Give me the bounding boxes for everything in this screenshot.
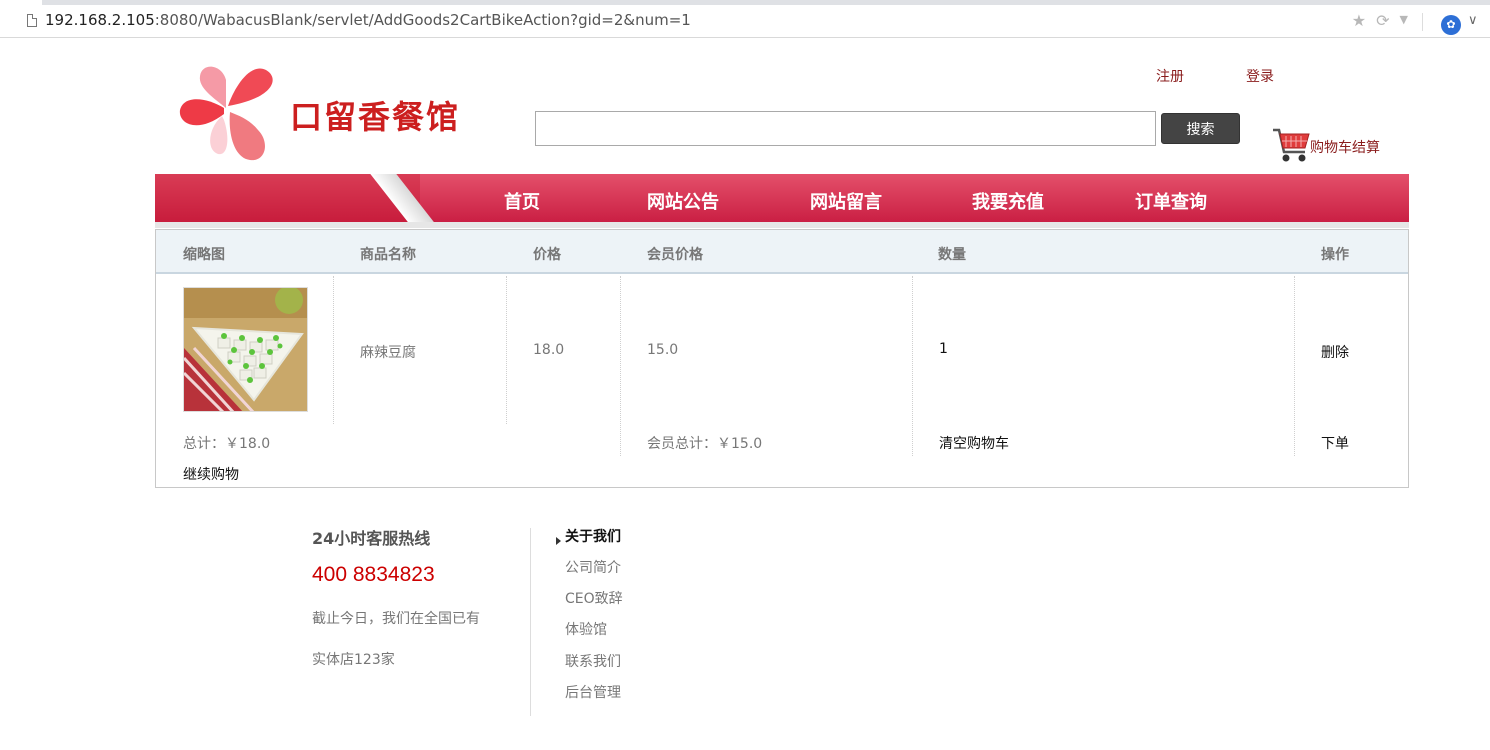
nav-item-home[interactable]: 首页	[504, 188, 540, 214]
header-quantity: 数量	[938, 247, 966, 263]
about-us-heading: 关于我们	[565, 529, 621, 545]
clear-cart-link[interactable]: 清空购物车	[939, 433, 1009, 453]
cart-item-member-price: 15.0	[647, 342, 679, 358]
nav-item-announcements[interactable]: 网站公告	[647, 188, 719, 214]
footer-link-company-intro[interactable]: 公司简介	[565, 557, 621, 577]
footer-link-contact-us[interactable]: 联系我们	[565, 651, 621, 671]
register-link[interactable]: 注册	[1156, 66, 1184, 86]
cart-total: 总计：￥18.0	[183, 436, 271, 452]
search-button[interactable]: 搜索	[1161, 113, 1240, 144]
url-host: 192.168.2.105	[45, 11, 155, 29]
navbar-shadow	[155, 222, 1409, 228]
footer-divider	[530, 528, 531, 716]
address-bar[interactable]: 192.168.2.105:8080/WabacusBlank/servlet/…	[0, 5, 1490, 38]
cart-table: 缩略图 商品名称 价格 会员价格 数量 操作 麻辣豆腐 18.0 15.0 1 …	[155, 229, 1409, 488]
nav-item-order-query[interactable]: 订单查询	[1135, 188, 1207, 214]
header-thumbnail: 缩略图	[183, 247, 225, 263]
cart-checkout-link[interactable]: 购物车结算	[1310, 137, 1380, 157]
cart-item-price: 18.0	[533, 342, 565, 358]
column-divider	[1294, 276, 1295, 456]
search-input[interactable]	[535, 111, 1156, 146]
header-price: 价格	[533, 247, 561, 263]
column-divider	[333, 276, 334, 424]
url-path: :8080/WabacusBlank/servlet/AddGoods2Cart…	[154, 11, 691, 29]
cart-member-total: 会员总计：￥15.0	[647, 436, 763, 452]
product-thumbnail[interactable]	[183, 287, 308, 412]
login-link[interactable]: 登录	[1246, 66, 1274, 86]
hotline-phone: 400 8834823	[312, 563, 435, 586]
cart-table-header: 缩略图 商品名称 价格 会员价格 数量 操作	[156, 230, 1408, 274]
footer-link-ceo-message[interactable]: CEO致辞	[565, 588, 623, 608]
shopping-cart-icon[interactable]	[1271, 126, 1311, 164]
dropdown-caret-icon[interactable]: ▼	[1400, 11, 1408, 30]
nav-item-recharge[interactable]: 我要充值	[972, 188, 1044, 214]
place-order-link[interactable]: 下单	[1321, 433, 1349, 453]
header-member-price: 会员价格	[647, 247, 703, 263]
logo-text: 口留香餐馆	[290, 98, 461, 136]
header-product-name: 商品名称	[360, 247, 416, 263]
heart-clover-icon	[179, 66, 273, 161]
url-text[interactable]: 192.168.2.105:8080/WabacusBlank/servlet/…	[45, 11, 691, 29]
chevron-down-icon[interactable]: ∨	[1468, 13, 1478, 28]
column-divider	[912, 276, 913, 456]
hotline-title: 24小时客服热线	[312, 529, 431, 548]
store-count-text-line2: 实体店123家	[312, 652, 395, 668]
header-action: 操作	[1321, 247, 1349, 263]
column-divider	[620, 276, 621, 456]
nav-item-messages[interactable]: 网站留言	[810, 188, 882, 214]
store-count-text-line1: 截止今日，我们在全国已有	[312, 611, 480, 627]
cart-item-quantity[interactable]: 1	[939, 341, 948, 357]
main-navbar: 首页 网站公告 网站留言 我要充值 订单查询	[155, 174, 1409, 224]
footer-link-showroom[interactable]: 体验馆	[565, 619, 607, 639]
toolbar-separator	[1422, 13, 1423, 31]
reload-icon[interactable]: ⟳	[1376, 11, 1389, 30]
footer-link-admin[interactable]: 后台管理	[565, 682, 621, 702]
page-icon	[27, 14, 37, 27]
site-logo[interactable]: 口留香餐馆	[178, 58, 478, 164]
column-divider	[506, 276, 507, 424]
address-bar-icons: ★ ⟳ ▼	[1352, 11, 1408, 30]
tofu-dish-image	[184, 288, 307, 411]
cart-item-name[interactable]: 麻辣豆腐	[360, 342, 416, 362]
bookmark-star-icon[interactable]: ★	[1352, 11, 1366, 30]
continue-shopping-link[interactable]: 继续购物	[183, 464, 239, 484]
triangle-right-icon	[556, 537, 561, 545]
delete-item-link[interactable]: 删除	[1321, 342, 1349, 362]
paw-extension-icon[interactable]: ✿	[1441, 15, 1461, 35]
